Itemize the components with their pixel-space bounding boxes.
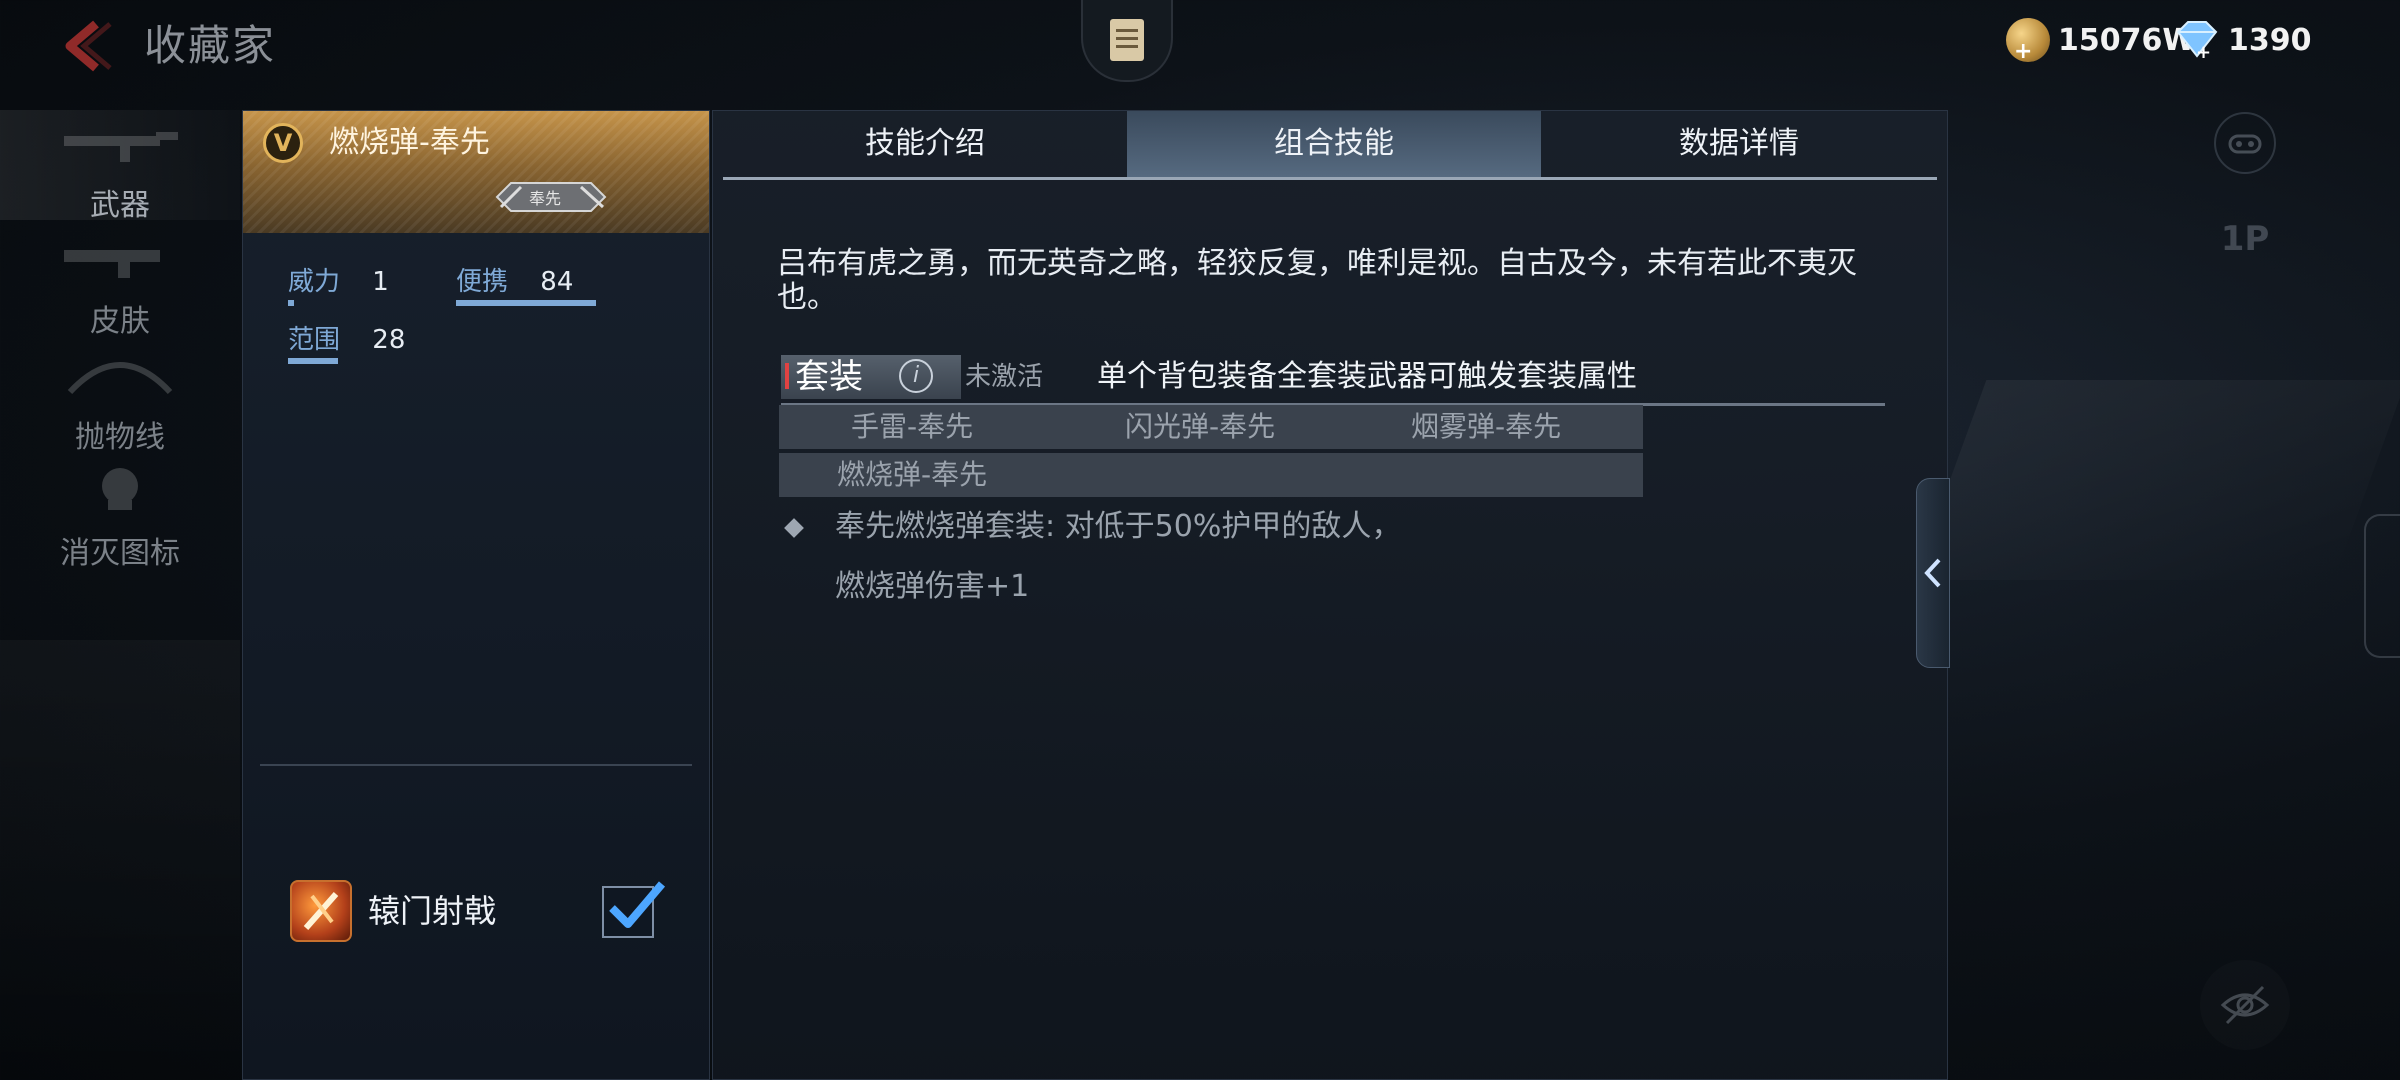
tab-combo-skill[interactable]: 组合技能 — [1127, 111, 1541, 177]
player-label: 1P — [2220, 219, 2270, 259]
stat-range-label: 范围 — [288, 325, 341, 355]
gem-amount: 1390 — [2228, 22, 2312, 58]
coin-icon — [2006, 18, 2050, 64]
back-button[interactable] — [56, 18, 116, 74]
item-header: V 燃烧弹-奉先 奉先 — [243, 111, 709, 233]
set-status: 未激活 — [965, 362, 1044, 392]
stat-power-label: 威力 — [288, 267, 341, 297]
skill-name: 辕门射戟 — [368, 892, 497, 930]
tab-data-details[interactable]: 数据详情 — [1541, 111, 1937, 177]
set-marker — [785, 363, 789, 389]
gem-balance[interactable]: + 1390 — [2174, 16, 2312, 64]
skill-checkbox[interactable] — [602, 881, 666, 938]
gun-skin-icon — [60, 232, 180, 282]
set-items-row: 燃烧弹-奉先 — [779, 453, 1643, 497]
nav-item-label: 武器 — [90, 188, 150, 223]
eye-icon — [2220, 985, 2270, 1025]
emblem-text: 奉先 — [529, 189, 562, 208]
tab-skill-intro[interactable]: 技能介绍 — [723, 111, 1127, 177]
collapse-panel-button[interactable] — [1916, 478, 1950, 668]
chevron-left-icon — [1924, 558, 1941, 588]
coin-balance[interactable]: 15076W — [2006, 16, 2195, 64]
stat-carry: 便携 84 — [456, 262, 596, 306]
nav-item-label: 抛物线 — [75, 420, 165, 455]
set-effect-line: 燃烧弹伤害+1 — [835, 569, 1030, 604]
set-item: 闪光弹-奉先 — [1125, 410, 1276, 443]
set-items-row: 手雷-奉先 闪光弹-奉先 烟雾弹-奉先 — [779, 405, 1643, 449]
nav-item-skins[interactable]: 皮肤 — [0, 226, 240, 339]
set-item: 手雷-奉先 — [851, 410, 974, 443]
document-icon — [1110, 19, 1144, 61]
set-label: 套装 — [795, 357, 863, 397]
nav-item-label: 皮肤 — [90, 304, 150, 339]
set-row: 套装 i 未激活 单个背包装备全套装武器可触发套装属性 — [781, 355, 1885, 406]
nav-item-label: 消灭图标 — [60, 536, 180, 571]
stat-power-bar — [288, 300, 294, 306]
diamond-icon: + — [2174, 20, 2220, 63]
gamepad-button[interactable] — [2214, 112, 2276, 174]
nav-item-kill-icons[interactable]: 消灭图标 — [0, 458, 240, 571]
lore-description: 吕布有虎之勇，而无英奇之略，轻狡反复，唯利是视。自古及今，未有若此不夷灭也。 — [777, 246, 1857, 315]
set-items: 手雷-奉先 闪光弹-奉先 烟雾弹-奉先 燃烧弹-奉先 — [779, 405, 1643, 497]
page-title: 收藏家 — [144, 21, 277, 70]
set-effect-line: 奉先燃烧弹套装: 对低于50%护甲的敌人， — [835, 509, 1402, 544]
skill-row: 辕门射戟 — [290, 880, 670, 944]
stat-power: 威力 1 — [288, 262, 389, 306]
panel-divider — [260, 764, 692, 766]
stat-carry-bar — [456, 300, 596, 306]
rarity-badge: V — [263, 123, 303, 163]
tab-underline — [723, 177, 1937, 180]
rifle-icon — [60, 116, 180, 166]
svg-text:+: + — [2196, 42, 2211, 60]
detail-panel: 技能介绍 组合技能 数据详情 吕布有虎之勇，而无英奇之略，轻狡反复，唯利是视。自… — [712, 110, 1948, 1080]
skull-icon — [60, 464, 180, 514]
background-streak — [1913, 380, 2400, 580]
nav-item-trajectory[interactable]: 抛物线 — [0, 342, 240, 455]
skill-icon — [290, 880, 352, 942]
diamond-bullet-icon — [784, 518, 804, 538]
stat-carry-value: 84 — [540, 267, 574, 297]
stat-carry-label: 便携 — [456, 267, 509, 297]
info-icon[interactable]: i — [899, 359, 933, 393]
stat-range-value: 28 — [372, 325, 406, 355]
background-streak — [0, 640, 240, 1080]
set-item: 烟雾弹-奉先 — [1411, 410, 1562, 443]
view-toggle-button[interactable] — [2200, 960, 2290, 1050]
trajectory-icon — [60, 348, 180, 398]
stat-range-bar — [288, 358, 338, 364]
back-arrow-icon — [65, 20, 112, 72]
stat-power-value: 1 — [372, 267, 389, 297]
checkmark-icon — [609, 881, 666, 928]
item-name: 燃烧弹-奉先 — [329, 125, 490, 160]
nav-item-weapons[interactable]: 武器 — [0, 110, 240, 223]
gamepad-icon — [2228, 134, 2262, 154]
set-item: 燃烧弹-奉先 — [837, 458, 988, 491]
stat-range: 范围 28 — [288, 320, 406, 364]
tab-bar: 技能介绍 组合技能 数据详情 — [723, 111, 1937, 177]
set-tag: 套装 i — [781, 355, 961, 399]
edge-handle[interactable] — [2364, 514, 2400, 658]
set-rule: 单个背包装备全套装武器可触发套装属性 — [1097, 359, 1637, 394]
notes-button[interactable] — [1081, 0, 1173, 82]
